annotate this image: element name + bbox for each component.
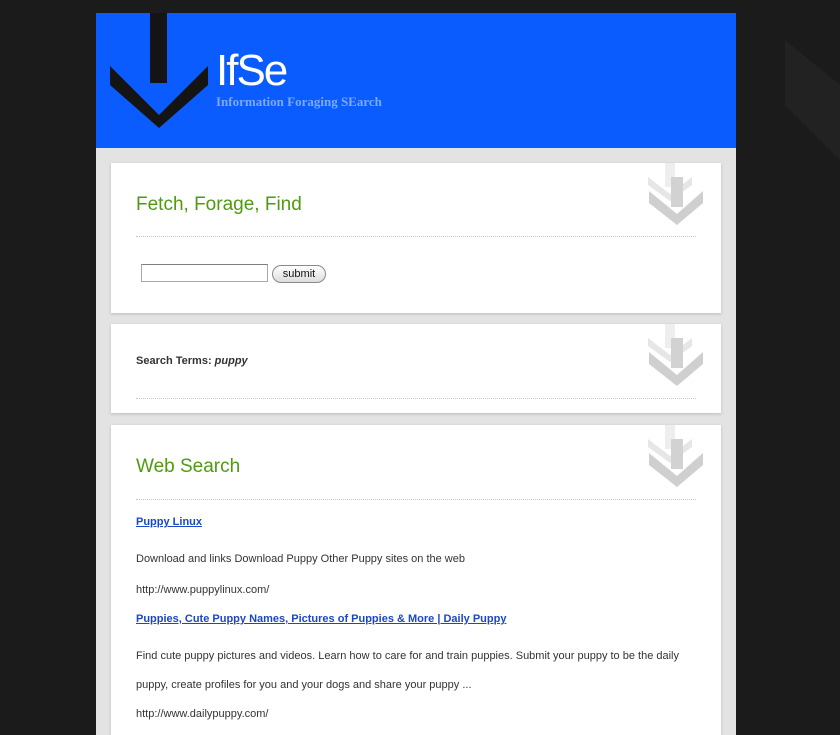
panel-arrow-icon (648, 324, 703, 386)
result-url: http://www.dailypuppy.com/ (136, 708, 269, 720)
dotted-divider (136, 499, 696, 500)
background-decoration (760, 40, 840, 160)
dotted-divider (136, 398, 696, 399)
result-title-link[interactable]: Puppies, Cute Puppy Names, Pictures of P… (136, 613, 506, 625)
result-description: Find cute puppy pictures and videos. Lea… (136, 650, 679, 691)
search-terms-text: Search Terms: puppy (136, 355, 248, 367)
result-url: http://www.puppylinux.com/ (136, 584, 270, 596)
page-container: IfSe Information Foraging SEarch Fetch, … (96, 13, 736, 735)
dotted-divider (136, 236, 696, 237)
result-title-link[interactable]: Puppy Linux (136, 516, 202, 528)
panel-arrow-icon (648, 163, 703, 225)
site-header: IfSe Information Foraging SEarch (96, 13, 736, 148)
search-panel: Fetch, Forage, Find submit (111, 163, 721, 313)
search-input[interactable] (141, 264, 268, 282)
panel-title: Fetch, Forage, Find (136, 194, 302, 215)
web-search-panel: Web Search Puppy Linux Download and link… (111, 425, 721, 735)
down-arrow-logo-icon (110, 13, 208, 128)
panel-arrow-icon (648, 425, 703, 487)
search-terms-panel: Search Terms: puppy (111, 324, 721, 413)
search-terms-label: Search Terms: (136, 355, 212, 367)
result-description: Download and links Download Puppy Other … (136, 553, 465, 565)
submit-button[interactable]: submit (272, 265, 326, 283)
site-tagline: Information Foraging SEarch (216, 94, 382, 109)
search-term-value: puppy (214, 355, 248, 367)
site-logo[interactable]: IfSe (216, 46, 288, 96)
panel-title: Web Search (136, 456, 241, 477)
